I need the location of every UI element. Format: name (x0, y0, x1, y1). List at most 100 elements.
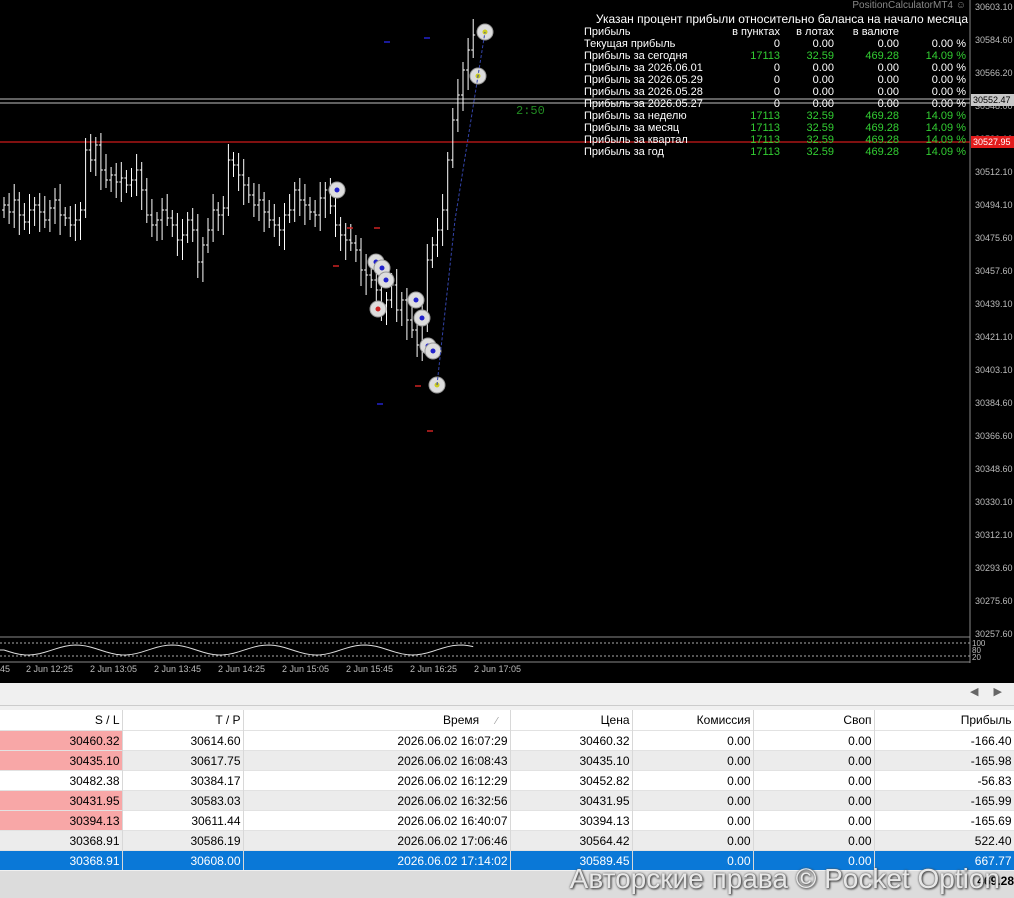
trade-row[interactable]: 30431.95 30583.03 2026.06.02 16:32:56 30431… (0, 790, 1014, 811)
cell-swap[interactable]: 0.00 (753, 810, 875, 831)
col-time[interactable]: Время ⁄ (243, 710, 511, 731)
price-axis-label: 30584.60 (975, 35, 1013, 45)
cell-profit[interactable]: 522.40 (874, 830, 1014, 851)
price-axis-label: 30348.60 (975, 464, 1013, 474)
col-commission[interactable]: Комиссия (632, 710, 754, 731)
cell-commission[interactable]: 0.00 (632, 770, 754, 791)
trade-row[interactable]: 30460.32 30614.60 2026.06.02 16:07:29 30460… (0, 730, 1014, 751)
cell-time[interactable]: 2026.06.02 17:06:46 (243, 830, 511, 851)
col-tp[interactable]: T / P (122, 710, 244, 731)
stats-points: 17113 (750, 110, 780, 122)
trade-marker-dot (419, 315, 425, 321)
stats-header: Указан процент прибыли относительно бала… (595, 12, 968, 26)
cell-time[interactable]: 2026.06.02 16:07:29 (243, 730, 511, 751)
stats-column-header: Прибыль в пунктах в лотах в валюте (584, 26, 968, 38)
price-axis-label: 30603.10 (975, 2, 1013, 12)
stats-row: Прибыль за 2026.05.27 0 0.00 0.00 0.00 % (584, 98, 968, 110)
cell-time[interactable]: 2026.06.02 16:32:56 (243, 790, 511, 811)
stats-percent: 0.00 % (931, 62, 966, 74)
cell-commission[interactable]: 0.00 (632, 750, 754, 771)
stats-row: Прибыль за неделю 17113 32.59 469.28 14.09 % (584, 110, 968, 122)
cell-commission[interactable]: 0.00 (632, 830, 754, 851)
trade-row[interactable]: 30368.91 30586.19 2026.06.02 17:06:46 30564… (0, 830, 1014, 851)
cell-sl[interactable]: 30368.91 (0, 830, 123, 851)
col-profit[interactable]: Прибыль (874, 710, 1014, 731)
trade-marker-dot (334, 187, 340, 193)
cell-tp[interactable]: 30614.60 (122, 730, 244, 751)
stats-row: Текущая прибыль 0 0.00 0.00 0.00 % (584, 38, 968, 50)
col-sl[interactable]: S / L (0, 710, 123, 731)
cell-profit[interactable]: -56.83 (874, 770, 1014, 791)
cell-sl[interactable]: 30482.38 (0, 770, 123, 791)
cell-tp[interactable]: 30611.44 (122, 810, 244, 831)
time-axis-label: 2 Jun 13:45 (154, 664, 202, 674)
cell-price[interactable]: 30394.13 (510, 810, 633, 831)
cell-sl[interactable]: 30435.10 (0, 750, 123, 771)
stats-points: 0 (773, 62, 780, 74)
stats-percent: 14.09 % (925, 134, 966, 146)
cell-sl[interactable]: 30460.32 (0, 730, 123, 751)
trade-row[interactable]: 30394.13 30611.44 2026.06.02 16:40:07 30394… (0, 810, 1014, 831)
cell-sl[interactable]: 30394.13 (0, 810, 123, 831)
stats-lots: 32.59 (806, 110, 834, 122)
cell-swap[interactable]: 0.00 (753, 790, 875, 811)
cell-commission[interactable]: 0.00 (632, 730, 754, 751)
cell-price[interactable]: 30460.32 (510, 730, 633, 751)
cell-tp[interactable]: 30384.17 (122, 770, 244, 791)
cell-tp[interactable]: 30586.19 (122, 830, 244, 851)
cell-profit[interactable]: -165.69 (874, 810, 1014, 831)
stats-lots: 0.00 (812, 86, 834, 98)
col-swap[interactable]: Своп (753, 710, 875, 731)
cell-price[interactable]: 30435.10 (510, 750, 633, 771)
cell-price[interactable]: 30431.95 (510, 790, 633, 811)
cell-tp[interactable]: 30608.00 (122, 850, 244, 870)
trade-row[interactable]: 30482.38 30384.17 2026.06.02 16:12:29 30452… (0, 770, 1014, 791)
cell-tp[interactable]: 30617.75 (122, 750, 244, 771)
terminal-panel: ◀ ▶ S / L T / P Время ⁄ Цена Комиссия Св… (0, 683, 1014, 898)
stats-points: 0 (773, 98, 780, 110)
cell-time[interactable]: 2026.06.02 16:40:07 (243, 810, 511, 831)
stats-lots: 32.59 (806, 122, 834, 134)
stats-lots: 0.00 (812, 74, 834, 86)
cell-price[interactable]: 30452.82 (510, 770, 633, 791)
stats-row: Прибыль за месяц 17113 32.59 469.28 14.09 % (584, 122, 968, 134)
stats-label: Прибыль за 2026.05.28 (584, 86, 703, 98)
cell-commission[interactable]: 0.00 (632, 810, 754, 831)
cell-price[interactable]: 30564.42 (510, 830, 633, 851)
cell-tp[interactable]: 30583.03 (122, 790, 244, 811)
stats-label: Прибыль за квартал (584, 134, 688, 146)
cell-profit[interactable]: -165.99 (874, 790, 1014, 811)
osc-level-20: 20 (972, 653, 981, 662)
cell-time[interactable]: 2026.06.02 16:08:43 (243, 750, 511, 771)
cell-time[interactable]: 2026.06.02 17:14:02 (243, 850, 511, 870)
stats-points: 17113 (750, 146, 780, 158)
cell-sl[interactable]: 30431.95 (0, 790, 123, 811)
cell-commission[interactable]: 0.00 (632, 790, 754, 811)
cell-swap[interactable]: 0.00 (753, 750, 875, 771)
trade-row[interactable]: 30435.10 30617.75 2026.06.02 16:08:43 30435… (0, 750, 1014, 771)
cell-sl[interactable]: 30368.91 (0, 850, 123, 870)
smile-icon: ☺ (955, 0, 966, 11)
stats-points: 17113 (750, 122, 780, 134)
scroll-arrows-icon[interactable]: ◀ ▶ (970, 685, 1008, 698)
cell-swap[interactable]: 0.00 (753, 770, 875, 791)
stats-percent: 14.09 % (925, 146, 966, 158)
cell-profit[interactable]: -166.40 (874, 730, 1014, 751)
stats-currency: 0.00 (877, 74, 899, 86)
stats-currency: 0.00 (877, 86, 899, 98)
stats-currency: 0.00 (877, 62, 899, 74)
cell-profit[interactable]: -165.98 (874, 750, 1014, 771)
stats-row: Прибыль за 2026.05.29 0 0.00 0.00 0.00 % (584, 74, 968, 86)
cell-swap[interactable]: 0.00 (753, 830, 875, 851)
price-axis-label: 30257.60 (975, 629, 1013, 639)
stats-label: Прибыль за 2026.06.01 (584, 62, 703, 74)
stats-percent: 0.00 % (931, 38, 966, 50)
stats-points: 17113 (750, 50, 780, 62)
time-axis-label: 45 (0, 664, 11, 674)
col-price[interactable]: Цена (510, 710, 633, 731)
stats-lots: 0.00 (812, 98, 834, 110)
cell-swap[interactable]: 0.00 (753, 730, 875, 751)
price-axis-label: 30275.60 (975, 596, 1013, 606)
cell-time[interactable]: 2026.06.02 16:12:29 (243, 770, 511, 791)
price-chart[interactable]: PositionCalculatorMT4 ☺ 2:50 Указан проц… (0, 0, 1014, 683)
